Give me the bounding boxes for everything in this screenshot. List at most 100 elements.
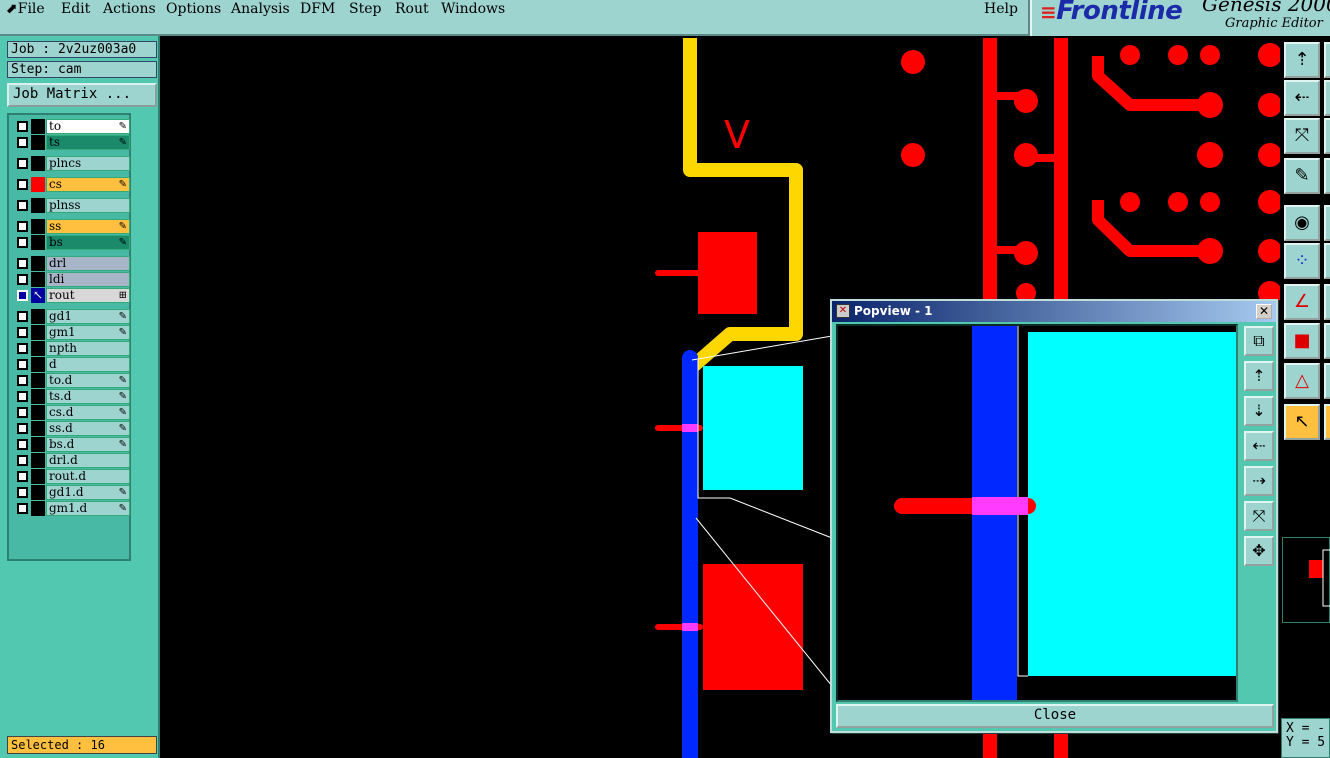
layer-checkbox[interactable] — [17, 274, 28, 285]
close-icon[interactable]: ✕ — [1256, 304, 1272, 319]
layer-color-swatch[interactable] — [31, 309, 45, 324]
layer-row-ts[interactable]: ts ✎ — [13, 135, 130, 150]
layer-row-rout[interactable]: ↖ rout ⊞ — [13, 288, 130, 303]
layer-checkbox[interactable] — [17, 200, 28, 211]
toolbar-edge-button[interactable] — [1324, 284, 1330, 320]
layer-checkbox[interactable] — [17, 375, 28, 386]
layer-checkbox[interactable] — [17, 343, 28, 354]
layer-checkbox[interactable] — [17, 455, 28, 466]
layer-name[interactable]: bs.d ✎ — [46, 437, 130, 452]
layer-checkbox[interactable] — [17, 311, 28, 322]
layer-color-swatch[interactable] — [31, 256, 45, 271]
layer-color-swatch[interactable] — [31, 156, 45, 171]
layer-row-bs[interactable]: bs ✎ — [13, 235, 130, 250]
toolbar-edge-button[interactable] — [1324, 118, 1330, 154]
layer-checkbox[interactable] — [17, 407, 28, 418]
layer-row-cs[interactable]: cs ✎ — [13, 177, 130, 192]
layer-name[interactable]: plncs — [46, 156, 130, 171]
close-button[interactable]: Close — [836, 704, 1274, 728]
layer-color-swatch[interactable] — [31, 485, 45, 500]
layer-checkbox[interactable] — [17, 471, 28, 482]
zoom-home-icon[interactable]: ✥ — [1244, 536, 1274, 566]
layer-name[interactable]: drl.d — [46, 453, 130, 468]
layer-name[interactable]: plnss — [46, 198, 130, 213]
toolbar-edge-button[interactable] — [1324, 205, 1330, 241]
layer-row-npth[interactable]: npth — [13, 341, 130, 356]
toolbar-edge-button[interactable] — [1324, 158, 1330, 194]
layer-checkbox[interactable] — [17, 221, 28, 232]
pan-up-icon[interactable]: ⇡ — [1284, 42, 1320, 78]
layer-row-gm1[interactable]: gm1 ✎ — [13, 325, 130, 340]
zoom-window-icon[interactable]: ⧉ — [1244, 326, 1274, 356]
menu-rout[interactable]: Rout — [395, 1, 429, 17]
layer-name[interactable]: gd1.d ✎ — [46, 485, 130, 500]
layer-name[interactable]: ss.d ✎ — [46, 421, 130, 436]
layer-checkbox[interactable] — [17, 423, 28, 434]
layer-row-to[interactable]: to ✎ — [13, 119, 130, 134]
net-icon[interactable]: ⁘ — [1284, 243, 1320, 279]
job-matrix-button[interactable]: Job Matrix ... — [7, 83, 157, 107]
layer-color-swatch[interactable] — [31, 198, 45, 213]
layer-name[interactable]: rout.d — [46, 469, 130, 484]
layer-name[interactable]: cs ✎ — [46, 177, 130, 192]
layer-checkbox[interactable] — [17, 121, 28, 132]
layer-checkbox[interactable] — [17, 327, 28, 338]
layer-color-swatch[interactable] — [31, 373, 45, 388]
zoom-fit-icon[interactable]: ⤧ — [1284, 118, 1320, 154]
layer-row-drl-d[interactable]: drl.d — [13, 453, 130, 468]
layer-name[interactable]: bs ✎ — [46, 235, 130, 250]
layer-color-swatch[interactable] — [31, 177, 45, 192]
layer-row-plnss[interactable]: plnss — [13, 198, 130, 213]
layer-color-swatch[interactable] — [31, 421, 45, 436]
layer-color-swatch[interactable] — [31, 501, 45, 516]
pan-up-icon[interactable]: ⇡ — [1244, 361, 1274, 391]
layer-checkbox[interactable] — [17, 359, 28, 370]
layer-row-plncs[interactable]: plncs — [13, 156, 130, 171]
select-color-icon[interactable]: ■ — [1284, 323, 1320, 359]
menu-windows[interactable]: Windows — [441, 1, 505, 17]
layer-checkbox[interactable] — [17, 487, 28, 498]
toolbar-edge-button[interactable] — [1324, 243, 1330, 279]
layer-color-swatch[interactable] — [31, 272, 45, 287]
layer-color-swatch[interactable] — [31, 325, 45, 340]
layer-color-swatch[interactable] — [31, 219, 45, 234]
layer-row-to-d[interactable]: to.d ✎ — [13, 373, 130, 388]
menu-actions[interactable]: Actions — [103, 1, 156, 17]
layer-row-ss-d[interactable]: ss.d ✎ — [13, 421, 130, 436]
layer-row-ts-d[interactable]: ts.d ✎ — [13, 389, 130, 404]
layer-row-cs-d[interactable]: cs.d ✎ — [13, 405, 130, 420]
layer-row-ldi[interactable]: ldi — [13, 272, 130, 287]
menu-edit[interactable]: Edit — [61, 1, 90, 17]
popview-canvas[interactable] — [836, 324, 1238, 702]
menu-analysis[interactable]: Analysis — [231, 1, 290, 17]
menu-options[interactable]: Options — [166, 1, 221, 17]
menu-file[interactable]: ⬈File — [6, 1, 45, 17]
pan-left-icon[interactable]: ⇠ — [1284, 80, 1320, 116]
popview-title-bar[interactable]: ✕ Popview - 1 ✕ — [832, 301, 1276, 322]
pan-right-icon[interactable]: ⇢ — [1244, 466, 1274, 496]
layer-name[interactable]: ts.d ✎ — [46, 389, 130, 404]
layer-name[interactable]: d — [46, 357, 130, 372]
toolbar-edge-button[interactable] — [1324, 363, 1330, 399]
measure-icon[interactable]: ✎ — [1284, 158, 1320, 194]
layer-color-swatch[interactable] — [31, 357, 45, 372]
layer-name[interactable]: gd1 ✎ — [46, 309, 130, 324]
layer-name[interactable]: drl — [46, 256, 130, 271]
layer-checkbox[interactable] — [17, 237, 28, 248]
pan-down-icon[interactable]: ⇣ — [1244, 396, 1274, 426]
layer-name[interactable]: gm1.d ✎ — [46, 501, 130, 516]
layer-row-gm1-d[interactable]: gm1.d ✎ — [13, 501, 130, 516]
layer-checkbox[interactable] — [17, 258, 28, 269]
line-icon[interactable]: ∠ — [1284, 284, 1320, 320]
layer-row-drl[interactable]: drl — [13, 256, 130, 271]
layer-checkbox[interactable] — [17, 391, 28, 402]
layer-row-gd1[interactable]: gd1 ✎ — [13, 309, 130, 324]
layer-color-swatch[interactable] — [31, 389, 45, 404]
layer-color-swatch[interactable] — [31, 469, 45, 484]
snap-icon[interactable]: ◉ — [1284, 205, 1320, 241]
layer-name[interactable]: ss ✎ — [46, 219, 130, 234]
layer-checkbox[interactable] — [17, 137, 28, 148]
layer-color-swatch[interactable] — [31, 235, 45, 250]
layer-name[interactable]: to ✎ — [46, 119, 130, 134]
layer-name[interactable]: ldi — [46, 272, 130, 287]
